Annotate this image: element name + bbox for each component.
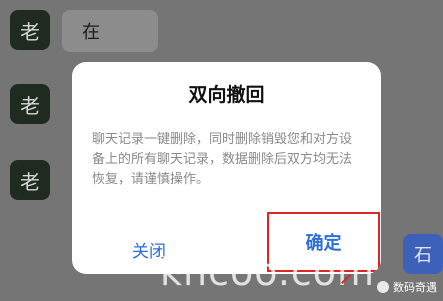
watermark-text: khcoo.com <box>160 250 376 294</box>
contact-avatar[interactable]: 老 <box>10 160 50 200</box>
dialog-title: 双向撤回 <box>188 84 265 106</box>
source-credit: 数码奇遇 <box>377 279 437 295</box>
source-name: 数码奇遇 <box>393 281 437 294</box>
message-bubble[interactable]: 在 <box>62 10 158 52</box>
dialog-message: 聊天记录一键删除，同时删除销毁您和对方设备上的所有聊天记录，数据删除后双方均无法… <box>92 132 353 187</box>
source-logo-icon <box>377 281 389 293</box>
self-avatar[interactable]: 石 <box>403 234 443 274</box>
self-avatar-label: 石 <box>414 245 432 266</box>
contact-avatar[interactable]: 老 <box>10 84 50 124</box>
message-text: 在 <box>82 22 100 43</box>
avatar-label: 老 <box>20 169 40 194</box>
avatar-label: 老 <box>20 93 40 118</box>
recall-dialog: 双向撤回 聊天记录一键删除，同时删除销毁您和对方设备上的所有聊天记录，数据删除后… <box>72 62 381 274</box>
avatar-label: 老 <box>20 19 40 44</box>
contact-avatar[interactable]: 老 <box>10 10 50 50</box>
